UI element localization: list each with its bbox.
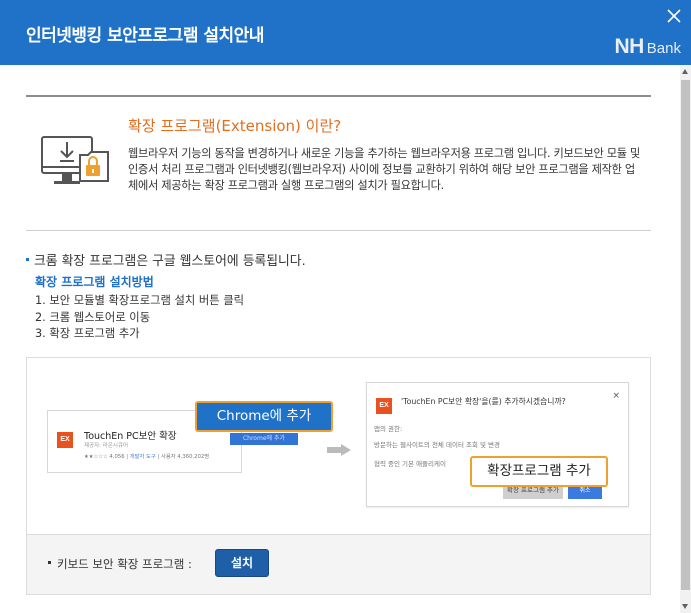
permissions-label: 앱의 권한: <box>374 425 403 433</box>
keyboard-security-label-text: 키보드 보안 확장 프로그램 : <box>57 557 192 571</box>
store-add-to-chrome-button: Chrome에 추가 <box>230 433 298 445</box>
extension-publisher: 제공자: 라온시큐어 <box>84 443 129 449</box>
main-content: 확장 프로그램(Extension) 이란? 웹브라우저 기능의 동작을 변경하… <box>0 65 680 613</box>
install-steps-list: 1. 보안 모듈별 확장프로그램 설치 버튼 클릭 2. 크롬 웹스토어로 이동… <box>35 293 244 343</box>
install-button[interactable]: 설치 <box>215 549 269 577</box>
webstore-notice-text: 크롬 확장 프로그램은 구글 웹스토어에 등록됩니다. <box>34 254 306 269</box>
right-arrow-icon <box>327 444 351 456</box>
close-icon[interactable] <box>666 8 682 24</box>
permission-item: 방문하는 웹사이트의 전체 데이터 조회 및 변경 <box>374 441 501 449</box>
scroll-up-arrow-icon[interactable] <box>682 69 688 74</box>
dialog-title: 'TouchEn PC보안 확장'을(를) 추가하시겠습니까? <box>401 397 566 406</box>
logo-bank-text: Bank <box>646 40 681 57</box>
window-title: 인터넷뱅킹 보안프로그램 설치안내 <box>26 26 264 46</box>
webstore-notice: 크롬 확장 프로그램은 구글 웹스토어에 등록됩니다. <box>26 250 306 269</box>
category-link: 개발자 도구 <box>129 454 156 460</box>
monitor-lock-download-icon <box>41 136 109 184</box>
user-count: 사용자 4,360,202명 <box>160 454 210 460</box>
install-method-title: 확장 프로그램 설치방법 <box>35 275 154 289</box>
bullet-icon <box>48 561 51 564</box>
keyboard-security-install-bar: 키보드 보안 확장 프로그램 : 설치 <box>26 535 651 595</box>
header-bar: 인터넷뱅킹 보안프로그램 설치안내 NH Bank <box>0 0 691 65</box>
permission-item: 협력 중인 기본 애플리케이 <box>374 460 446 468</box>
scroll-thumb[interactable] <box>681 80 690 590</box>
extension-description: 웹브라우저 기능의 동작을 변경하거나 새로운 기능을 추가하는 웹브라우저용 … <box>128 147 640 192</box>
install-step: 2. 크롬 웹스토어로 이동 <box>35 310 151 324</box>
bullet-icon <box>26 258 29 261</box>
add-extension-dialog: EX 'TouchEn PC보안 확장'을(를) 추가하시겠습니까? × 앱의 … <box>366 382 629 507</box>
install-step: 3. 확장 프로그램 추가 <box>35 327 140 340</box>
keyboard-security-label: 키보드 보안 확장 프로그램 : <box>48 556 192 572</box>
extension-intro-section: 확장 프로그램(Extension) 이란? 웹브라우저 기능의 동작을 변경하… <box>26 95 651 231</box>
nh-bank-logo: NH Bank <box>614 35 681 59</box>
install-step: 1. 보안 모듈별 확장프로그램 설치 버튼 클릭 <box>35 294 245 307</box>
extension-rating-row: ★★☆☆☆ 4,056 | 개발자 도구 | 사용자 4,360,202명 <box>84 454 210 460</box>
vertical-scrollbar[interactable] <box>680 65 691 613</box>
logo-nh-text: NH <box>614 35 644 58</box>
scroll-down-arrow-icon[interactable] <box>682 604 688 609</box>
extension-ex-icon: EX <box>376 398 392 414</box>
install-guide-illustration: EX TouchEn PC보안 확장 제공자: 라온시큐어 ★★☆☆☆ 4,05… <box>26 357 651 535</box>
rating-stars: ★★☆☆☆ 4,056 <box>84 454 125 460</box>
dialog-close-icon: × <box>612 391 620 401</box>
add-extension-callout: 확장프로그램 추가 <box>470 456 608 487</box>
extension-heading: 확장 프로그램(Extension) 이란? <box>128 117 342 135</box>
add-to-chrome-callout: Chrome에 추가 <box>195 401 333 432</box>
extension-name: TouchEn PC보안 확장 <box>84 431 177 442</box>
extension-ex-icon: EX <box>57 432 73 448</box>
